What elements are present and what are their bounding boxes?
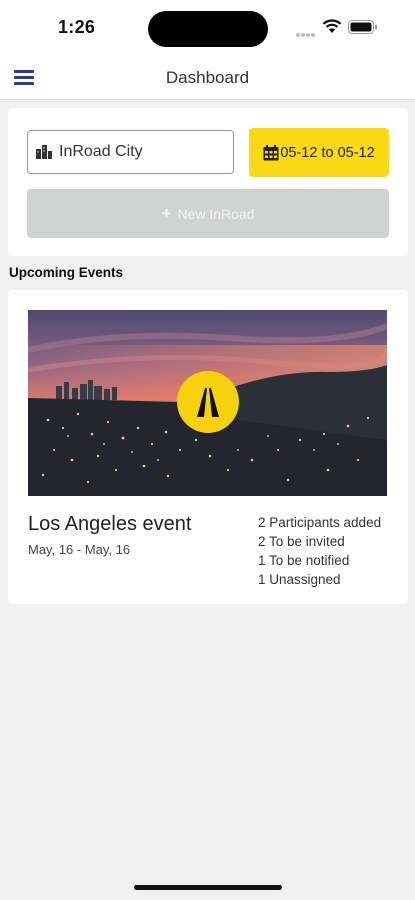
new-inroad-label: New InRoad [177,205,255,222]
wifi-icon [322,19,342,33]
home-indicator[interactable] [134,885,282,890]
city-value: InRoad City [59,143,143,160]
calendar-icon [263,144,279,160]
nav-bar: Dashboard [0,56,415,100]
road-logo-icon [177,371,239,433]
battery-icon [348,20,377,34]
event-image[interactable] [28,310,387,496]
page-title: Dashboard [165,68,250,87]
new-inroad-button[interactable]: + New InRoad [27,189,389,238]
signal-dots-icon [296,24,316,37]
stat-unassigned: 1 Unassigned [258,572,341,587]
status-time: 1:26 [58,17,96,37]
city-select[interactable]: InRoad City [27,130,234,174]
event-card[interactable]: Los Angeles event May, 16 - May, 16 2 Pa… [8,290,408,604]
date-range-button[interactable]: 05-12 to 05-12 [249,128,389,177]
stat-to-be-invited: 2 To be invited [258,534,345,549]
filters-card: InRoad City 05-12 to 05-12 + New InRoad [8,108,408,256]
city-buildings-icon [36,145,52,159]
event-dates: May, 16 - May, 16 [28,542,131,557]
stat-to-be-notified: 1 To be notified [258,553,350,568]
stat-participants-added: 2 Participants added [258,515,382,530]
plus-icon: + [161,203,172,223]
status-bar: 1:26 [0,0,415,56]
dynamic-island [148,11,268,47]
event-name: Los Angeles event [28,513,192,535]
upcoming-events-heading: Upcoming Events [9,265,124,280]
event-stats: 2 Participants added 2 To be invited 1 T… [258,513,408,589]
date-range-label: 05-12 to 05-12 [280,144,375,161]
